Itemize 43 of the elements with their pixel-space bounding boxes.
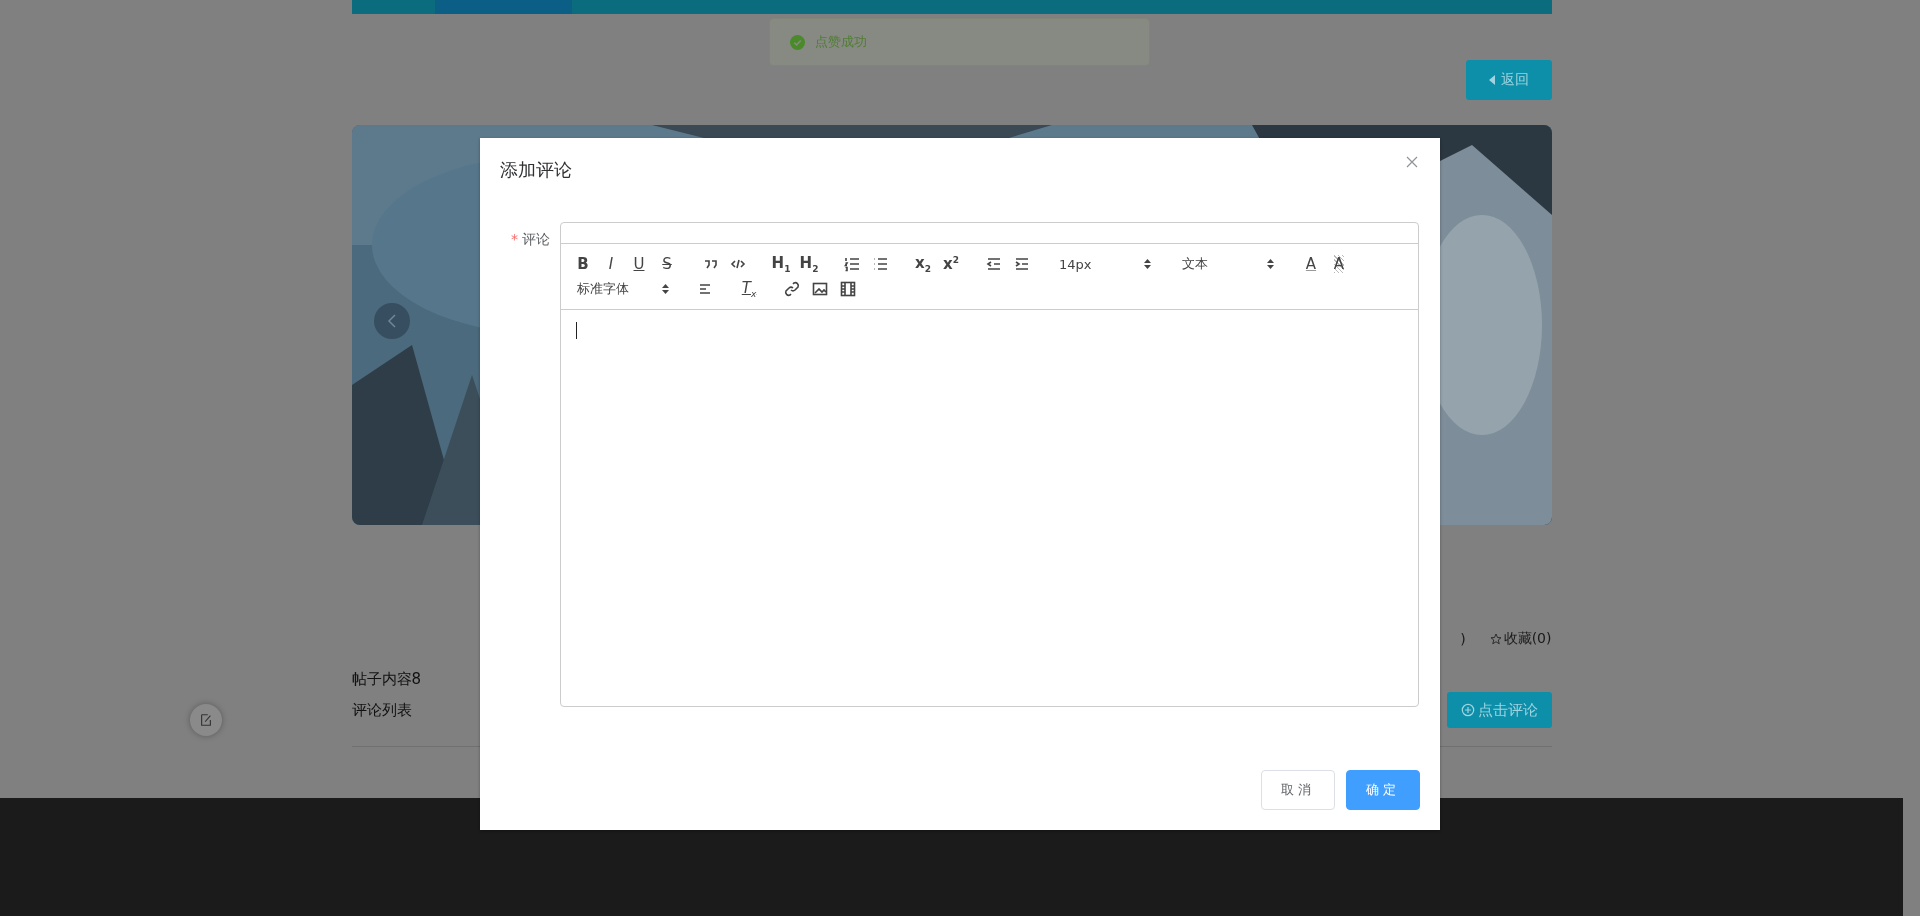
required-mark: * bbox=[511, 231, 518, 247]
video-icon bbox=[839, 280, 857, 298]
dropdown-select[interactable]: 14px bbox=[1051, 252, 1159, 276]
post-title: 帖子内容8 bbox=[351, 670, 422, 689]
toast-text: 点赞成功 bbox=[815, 33, 867, 51]
format-button[interactable]: B bbox=[569, 252, 597, 276]
format-button[interactable]: S bbox=[653, 252, 681, 276]
format-button[interactable]: x$_{2}$ bbox=[909, 252, 937, 276]
rich-text-editor[interactable]: B I U S H$_{1}$ H$_{2}$ x$_{2}$ x$^{2}$ 14px 文本 A A 标准字体 T$_{x}$ bbox=[560, 222, 1419, 707]
format-button[interactable]: A bbox=[1297, 252, 1325, 276]
check-circle-icon bbox=[790, 34, 805, 50]
format-button[interactable]: H$_{2}$ bbox=[795, 252, 823, 276]
chevron-left-icon bbox=[386, 313, 397, 329]
bullet-list-icon bbox=[871, 255, 889, 273]
indent-icon bbox=[1013, 255, 1031, 273]
sort-arrows-icon bbox=[1144, 259, 1151, 269]
favorite-link[interactable]: 收藏(0) bbox=[1489, 630, 1552, 648]
format-button[interactable]: H$_{1}$ bbox=[767, 252, 795, 276]
outdent-icon bbox=[985, 255, 1003, 273]
format-button[interactable]: x$^{2}$ bbox=[937, 252, 965, 276]
field-label: 评论 bbox=[522, 231, 550, 247]
edit-icon bbox=[199, 713, 213, 727]
format-button[interactable]: A bbox=[1325, 252, 1353, 276]
format-button[interactable]: U bbox=[625, 252, 653, 276]
format-button[interactable]: I bbox=[597, 252, 625, 276]
close-button[interactable] bbox=[1406, 156, 1420, 170]
format-button[interactable]: T$_{x}$ bbox=[735, 277, 763, 301]
dialog-title: 添加评论 bbox=[500, 158, 572, 182]
plus-circle-icon bbox=[1460, 703, 1475, 717]
sort-arrows-icon bbox=[662, 284, 669, 294]
star-icon bbox=[1489, 633, 1502, 645]
stat-text: ) bbox=[1460, 630, 1466, 648]
dropdown-select[interactable]: 标准字体 bbox=[569, 277, 677, 301]
cancel-button[interactable]: 取消 bbox=[1261, 770, 1335, 810]
dropdown-select[interactable]: 文本 bbox=[1174, 252, 1282, 276]
section-label: 评论列表 bbox=[351, 701, 413, 720]
edit-button[interactable] bbox=[190, 704, 222, 736]
link-icon bbox=[783, 280, 801, 298]
ordered-list-icon bbox=[843, 255, 861, 273]
close-icon bbox=[1406, 156, 1418, 168]
sort-arrows-icon bbox=[1267, 259, 1274, 269]
image-icon bbox=[811, 280, 829, 298]
text-caret bbox=[576, 322, 577, 339]
